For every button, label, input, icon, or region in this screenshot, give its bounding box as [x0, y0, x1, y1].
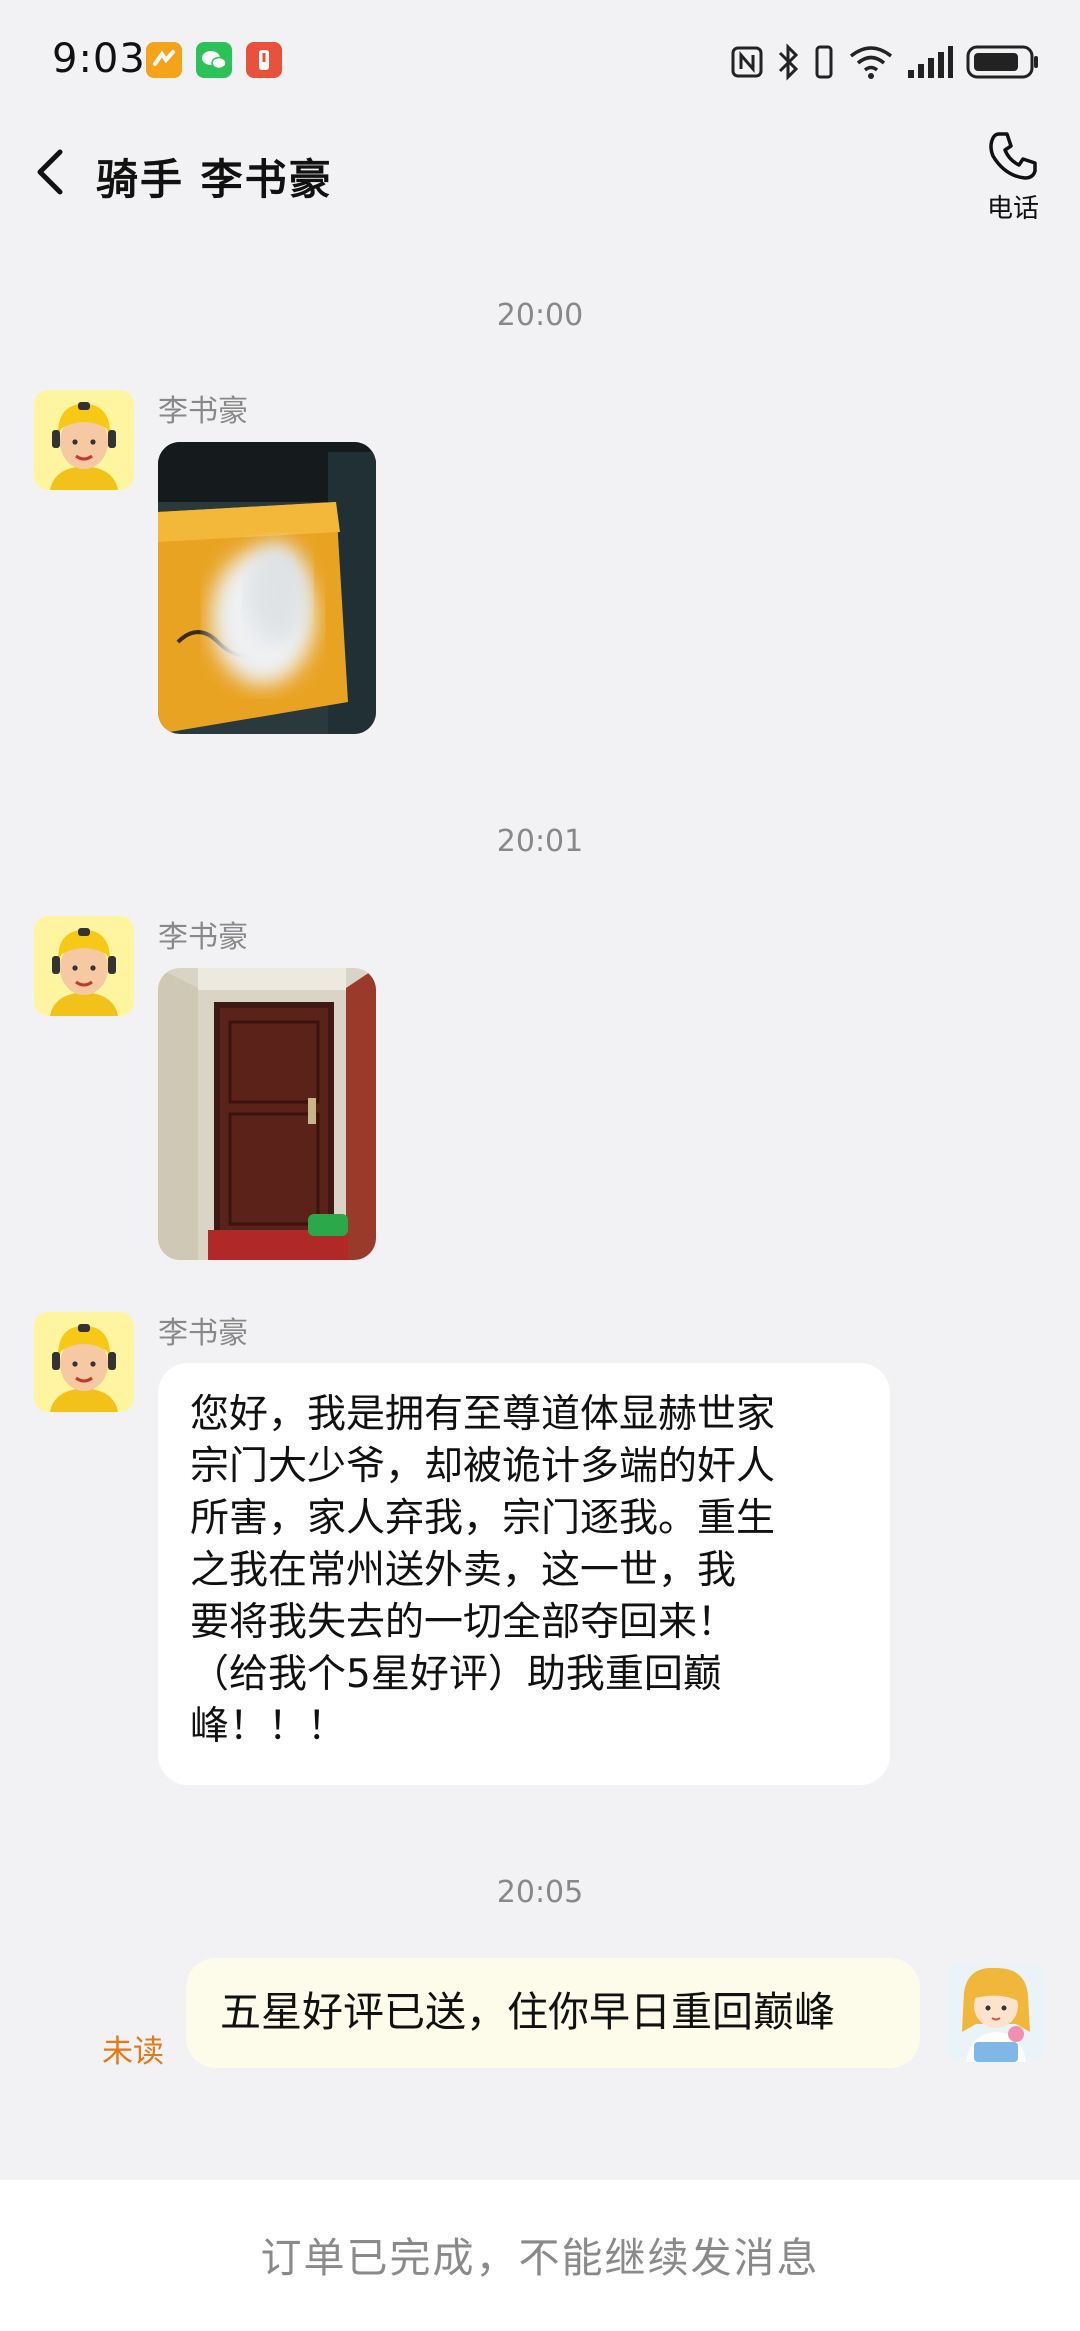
- message-text: 五星好评已送，住你早日重回巅峰: [220, 1988, 835, 2036]
- incoming-message-bubble[interactable]: 您好，我是拥有至尊道体显赫世家 宗门大少爷，却被诡计多端的奸人 所害，家人弃我，…: [158, 1363, 890, 1785]
- unread-status: 未读: [102, 2034, 164, 2070]
- message-input-disabled-bar: 订单已完成，不能继续发消息: [0, 2180, 1080, 2331]
- back-button[interactable]: [30, 146, 74, 198]
- signal-icon: [908, 46, 953, 78]
- wechat-app-icon: [196, 42, 232, 78]
- nfc-icon: [731, 46, 763, 78]
- image-message-door[interactable]: [158, 968, 376, 1260]
- sender-name: 李书豪: [158, 920, 248, 955]
- sender-name: 李书豪: [158, 1316, 248, 1351]
- call-label: 电话: [986, 194, 1039, 224]
- image-message-package[interactable]: [158, 442, 376, 734]
- message-text: 您好，我是拥有至尊道体显赫世家 宗门大少爷，却被诡计多端的奸人 所害，家人弃我，…: [190, 1392, 776, 1749]
- battery-icon: [966, 45, 1038, 79]
- message-timestamp: 20:01: [496, 824, 584, 859]
- rider-avatar[interactable]: [34, 1312, 134, 1412]
- call-button[interactable]: 电话: [976, 128, 1050, 224]
- rider-avatar[interactable]: [34, 916, 134, 1016]
- vibrate-icon: [815, 45, 833, 79]
- message-timestamp: 20:00: [496, 298, 584, 333]
- message-timestamp: 20:05: [496, 1875, 584, 1910]
- phone-icon: [989, 132, 1037, 180]
- rider-avatar[interactable]: [34, 390, 134, 490]
- status-time: 9:03: [52, 36, 146, 82]
- outgoing-message-bubble[interactable]: 五星好评已送，住你早日重回巅峰: [186, 1958, 920, 2068]
- wifi-icon: [849, 46, 893, 79]
- alert-app-icon: [246, 42, 282, 78]
- chevron-left-icon: [37, 149, 63, 195]
- sender-name: 李书豪: [158, 394, 248, 429]
- chat-title: 骑手 李书豪: [96, 155, 333, 204]
- order-completed-notice: 订单已完成，不能继续发消息: [260, 2234, 820, 2282]
- my-avatar[interactable]: [946, 1962, 1046, 2062]
- system-status-icons: [730, 40, 1040, 84]
- bluetooth-icon: [778, 43, 799, 81]
- meituan-app-icon: [146, 42, 182, 78]
